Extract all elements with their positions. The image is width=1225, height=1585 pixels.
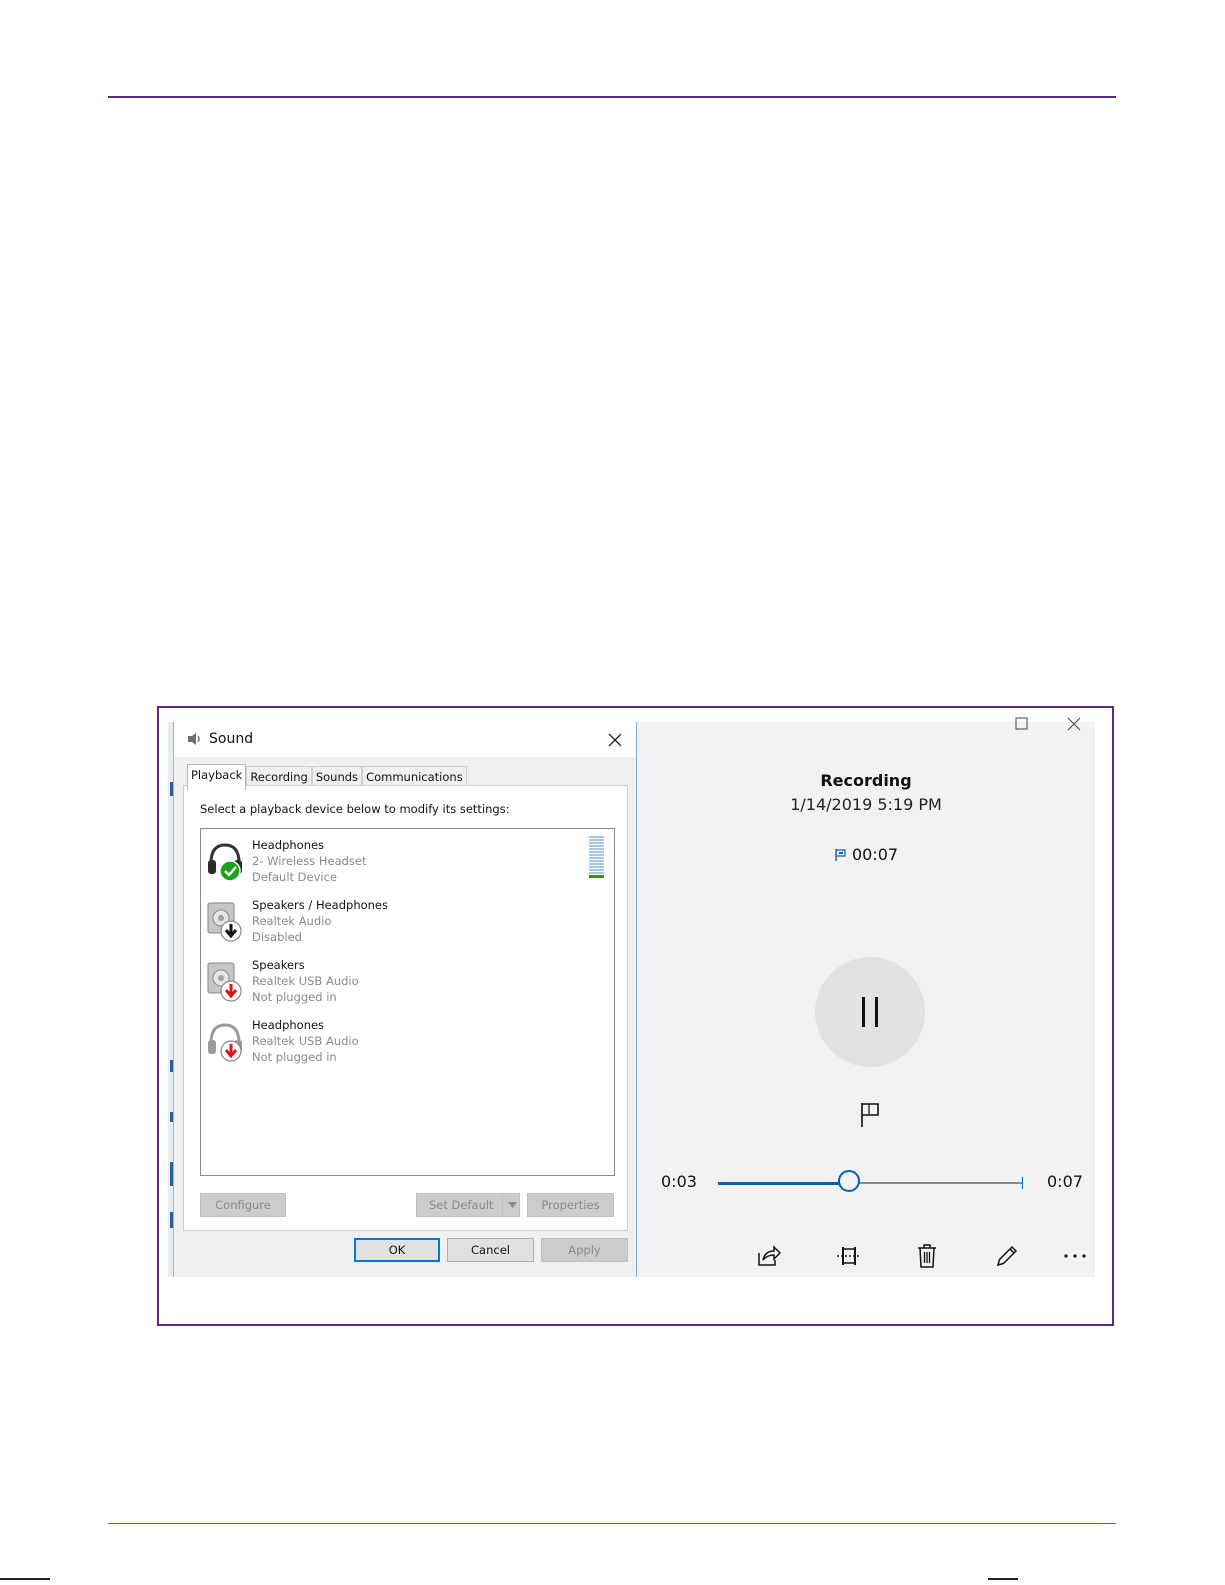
device-item[interactable]: Speakers / Headphones Realtek Audio Disa… bbox=[201, 889, 614, 949]
device-item[interactable]: Headphones 2- Wireless Headset Default D… bbox=[201, 829, 614, 889]
playback-device-list: Headphones 2- Wireless Headset Default D… bbox=[200, 828, 615, 1176]
level-meter bbox=[589, 836, 604, 879]
seek-progress bbox=[718, 1181, 849, 1185]
delete-button[interactable] bbox=[913, 1242, 941, 1270]
page-header-rule bbox=[108, 96, 1116, 98]
current-time: 0:03 bbox=[661, 1172, 697, 1191]
trim-button[interactable] bbox=[835, 1242, 863, 1270]
speaker-icon bbox=[206, 957, 244, 1005]
share-icon bbox=[758, 1245, 781, 1266]
flag-marker-icon bbox=[835, 848, 846, 861]
device-status: Not plugged in bbox=[252, 990, 337, 1004]
set-default-button[interactable]: Set Default bbox=[416, 1193, 520, 1217]
device-driver: Realtek USB Audio bbox=[252, 1034, 359, 1048]
unplugged-red-arrow-icon bbox=[220, 1040, 242, 1062]
sound-dialog-titlebar: Sound bbox=[174, 722, 636, 757]
device-item[interactable]: Headphones Realtek USB Audio Not plugged… bbox=[201, 1009, 614, 1069]
voice-recorder-window: Recording 1/14/2019 5:19 PM 00:07 0:03 0… bbox=[637, 717, 1095, 1277]
ok-button[interactable]: OK bbox=[354, 1238, 440, 1262]
chevron-down-icon bbox=[507, 1202, 517, 1208]
apply-button[interactable]: Apply bbox=[541, 1238, 628, 1262]
marker-item[interactable]: 00:07 bbox=[637, 845, 1095, 864]
pause-button[interactable] bbox=[815, 957, 925, 1067]
share-button[interactable] bbox=[755, 1242, 783, 1270]
headphones-icon bbox=[206, 1017, 244, 1065]
set-default-label: Set Default bbox=[429, 1198, 494, 1212]
device-name: Headphones bbox=[252, 838, 325, 852]
cancel-button[interactable]: Cancel bbox=[447, 1238, 534, 1262]
add-marker-button[interactable] bbox=[859, 1102, 881, 1132]
unplugged-red-arrow-icon bbox=[220, 980, 242, 1002]
device-driver: Realtek Audio bbox=[252, 914, 332, 928]
configure-button[interactable]: Configure bbox=[200, 1193, 286, 1217]
default-check-icon bbox=[219, 860, 241, 882]
headphones-icon bbox=[206, 837, 244, 885]
speaker-app-icon bbox=[186, 731, 202, 751]
device-driver: Realtek USB Audio bbox=[252, 974, 359, 988]
trash-icon bbox=[918, 1244, 936, 1268]
seek-slider[interactable] bbox=[718, 1170, 1023, 1192]
device-name: Speakers bbox=[252, 958, 305, 972]
recording-title: Recording bbox=[820, 771, 912, 790]
device-status: Not plugged in bbox=[252, 1050, 337, 1064]
seek-end-tick bbox=[1022, 1177, 1023, 1189]
pencil-icon bbox=[996, 1245, 1018, 1267]
maximize-icon bbox=[1015, 717, 1028, 730]
device-status: Default Device bbox=[252, 870, 338, 884]
close-button[interactable] bbox=[602, 727, 628, 753]
playback-instruction: Select a playback device below to modify… bbox=[200, 802, 510, 816]
tab-playback[interactable]: Playback bbox=[187, 764, 247, 790]
figure-frame: Sound Playback Recording Sounds Communic… bbox=[157, 706, 1114, 1326]
close-icon bbox=[1067, 717, 1081, 731]
total-time: 0:07 bbox=[1047, 1172, 1083, 1191]
sound-tabs: Playback Recording Sounds Communications bbox=[187, 764, 467, 790]
page-edge-mark bbox=[0, 1578, 50, 1580]
seek-thumb[interactable] bbox=[837, 1170, 860, 1192]
device-name: Headphones bbox=[252, 1018, 325, 1032]
page-footer-rule bbox=[108, 1523, 1116, 1524]
close-window-button[interactable] bbox=[1067, 716, 1081, 735]
set-default-dropdown[interactable] bbox=[502, 1194, 521, 1216]
properties-button[interactable]: Properties bbox=[527, 1193, 614, 1217]
disabled-down-arrow-icon bbox=[220, 920, 242, 942]
more-options-button[interactable] bbox=[1061, 1242, 1089, 1270]
flag-icon bbox=[861, 1103, 879, 1127]
device-name: Speakers / Headphones bbox=[252, 898, 389, 912]
sound-dialog: Sound Playback Recording Sounds Communic… bbox=[173, 722, 637, 1277]
device-driver: 2- Wireless Headset bbox=[252, 854, 367, 868]
speaker-icon bbox=[206, 897, 244, 945]
marker-time: 00:07 bbox=[851, 845, 899, 864]
trim-icon bbox=[837, 1247, 861, 1265]
sound-dialog-title: Sound bbox=[209, 731, 254, 747]
maximize-button[interactable] bbox=[1015, 716, 1029, 735]
device-status: Disabled bbox=[252, 930, 302, 944]
close-icon bbox=[608, 733, 622, 747]
playback-panel: Select a playback device below to modify… bbox=[183, 785, 628, 1231]
device-item[interactable]: Speakers Realtek USB Audio Not plugged i… bbox=[201, 949, 614, 1009]
rename-button[interactable] bbox=[993, 1242, 1021, 1270]
pause-icon bbox=[862, 997, 878, 1027]
ellipsis-icon bbox=[1064, 1254, 1086, 1258]
page-edge-mark bbox=[988, 1578, 1018, 1580]
recording-date: 1/14/2019 5:19 PM bbox=[790, 795, 942, 814]
